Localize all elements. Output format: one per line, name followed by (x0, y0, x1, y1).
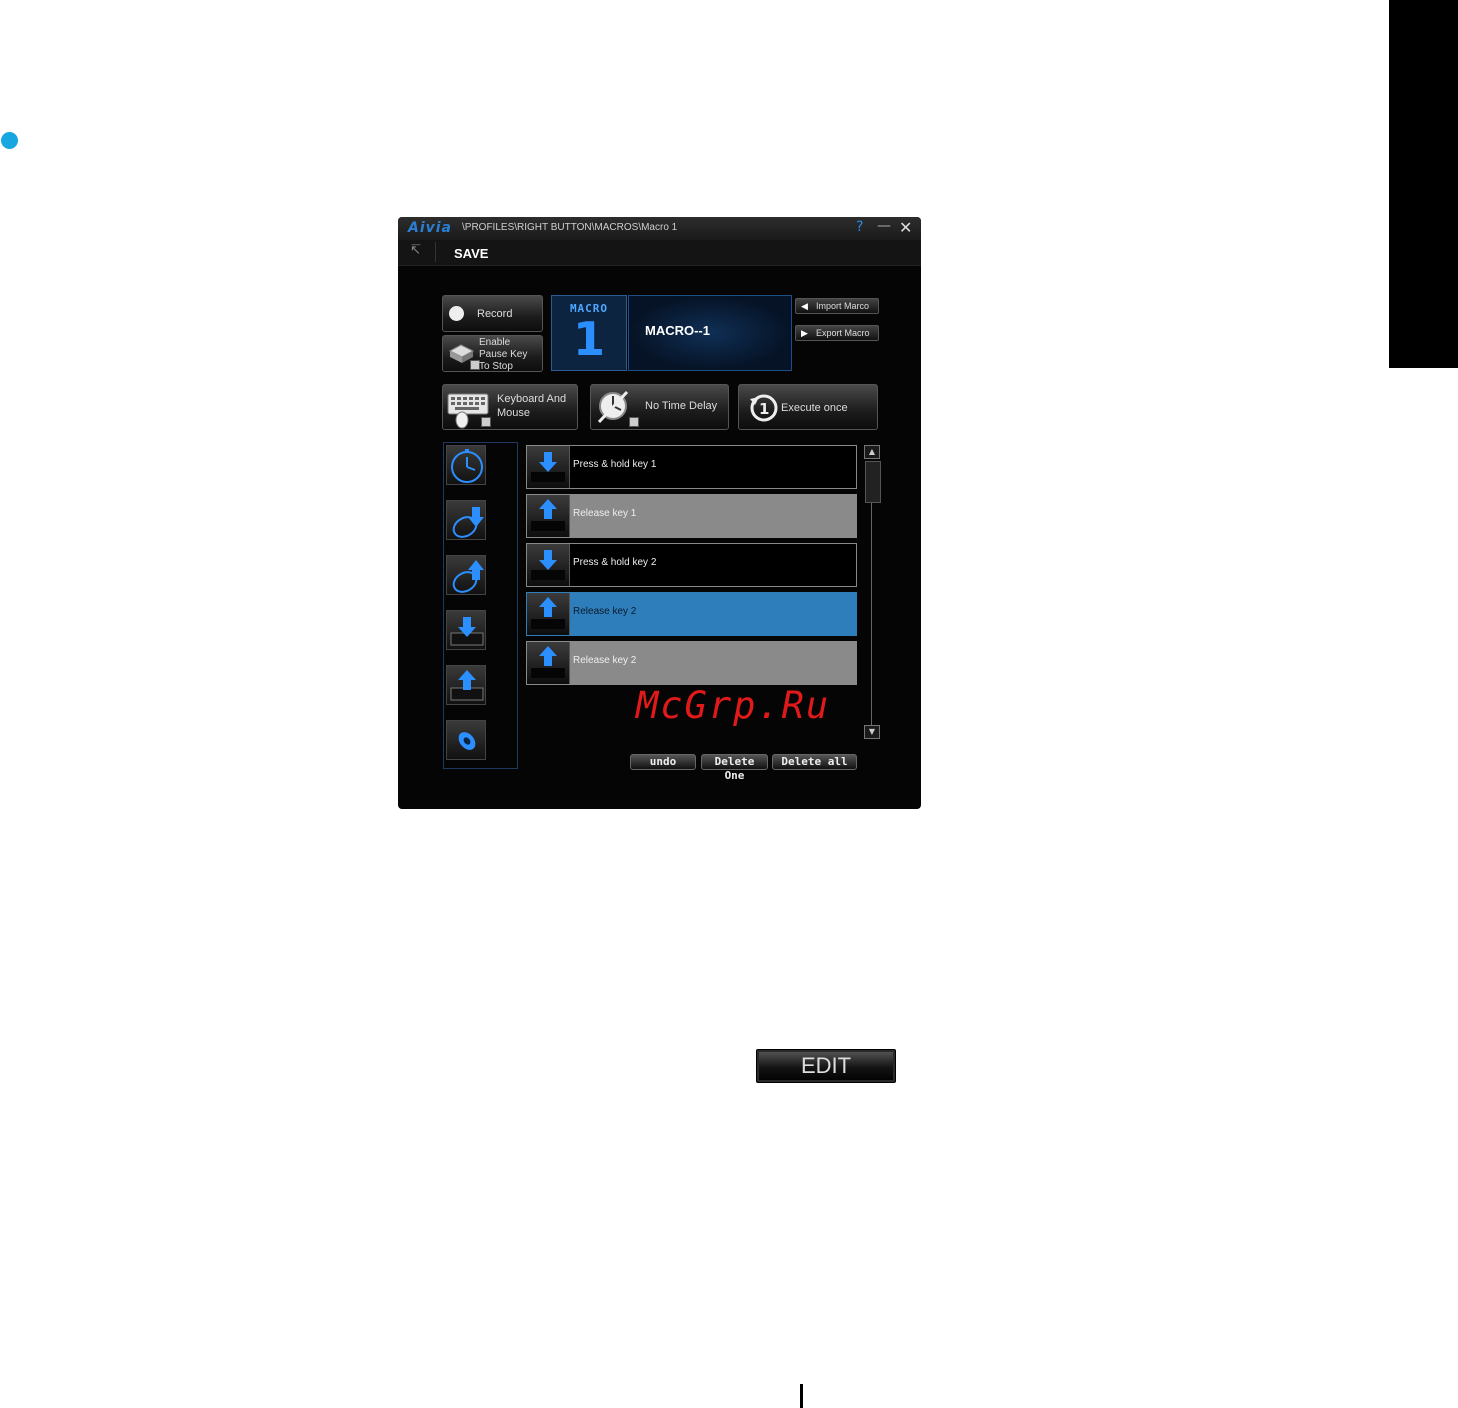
macro-step-label: Release key 1 (573, 508, 637, 519)
watermark: McGrp.Ru (636, 684, 831, 727)
page-marker (800, 1384, 803, 1408)
record-button[interactable]: Record (442, 295, 543, 332)
arrow-left-icon: ◀ (801, 301, 808, 311)
macro-step-row[interactable]: Release key 2 (526, 641, 857, 685)
bullet-point (1, 132, 18, 149)
export-macro-button[interactable]: ▶ Export Macro (795, 325, 879, 341)
import-macro-label: Import Marco (816, 301, 870, 311)
step-list-scrollbar[interactable]: ▲ ▼ (864, 445, 881, 741)
execute-once-button[interactable]: 1 Execute once (738, 384, 878, 430)
no-time-delay-label: No Time Delay (645, 400, 718, 412)
aivia-logo: Aivia (408, 220, 453, 236)
scroll-up-icon[interactable]: ▲ (864, 445, 880, 459)
keyboard-mouse-line1: Keyboard And (497, 393, 567, 405)
macro-step-row[interactable]: Press & hold key 1 (526, 445, 857, 489)
delete-one-button[interactable]: Delete One (701, 754, 768, 782)
mouse-button-down-icon[interactable] (446, 500, 486, 540)
close-icon[interactable]: ✕ (899, 218, 912, 237)
option-indicator-icon (629, 417, 639, 427)
option-indicator-icon (481, 417, 491, 427)
import-macro-button[interactable]: ◀ Import Marco (795, 298, 879, 314)
macro-number-tile: MACRO 1 (551, 295, 627, 371)
record-label: Record (477, 308, 513, 320)
macro-step-row-selected[interactable]: Release key 2 (526, 592, 857, 636)
macro-name-text: MACRO--1 (645, 323, 710, 338)
enable-pause-line3: To Stop (479, 361, 513, 372)
toolbar: ↸ SAVE (398, 240, 921, 266)
key-up-icon[interactable] (446, 665, 486, 705)
execute-once-label: Execute once (781, 402, 848, 414)
action-palette (443, 442, 518, 769)
window-path: \PROFILES\RIGHT BUTTON\MACROS\Macro 1 (462, 222, 678, 233)
no-time-delay-button[interactable]: No Time Delay (590, 384, 729, 430)
section-tab (1389, 0, 1458, 368)
save-button[interactable]: SAVE (454, 246, 488, 261)
key-down-icon[interactable] (446, 610, 486, 650)
keyboard-and-mouse-button[interactable]: Keyboard And Mouse (442, 384, 578, 430)
keyboard-mouse-line2: Mouse (497, 407, 531, 419)
enable-pause-line2: Pause Key (479, 349, 528, 360)
macro-step-label: Release key 2 (573, 655, 637, 666)
repeat-once-icon: 1 (750, 394, 778, 422)
scroll-track[interactable] (871, 503, 872, 725)
scroll-thumb[interactable] (865, 461, 881, 503)
macro-tile-number: 1 (572, 312, 605, 366)
undo-button[interactable]: undo (630, 754, 696, 770)
mouse-button-up-icon[interactable] (446, 555, 486, 595)
enable-pause-line1: Enable (479, 337, 511, 348)
minimize-icon[interactable]: — (877, 218, 891, 234)
back-icon[interactable]: ↸ (410, 243, 421, 258)
arrow-right-icon: ▶ (801, 328, 808, 338)
help-icon[interactable]: ? (856, 219, 863, 235)
edit-button[interactable]: EDIT (756, 1049, 896, 1083)
key-down-icon (527, 446, 570, 488)
title-bar: Aivia \PROFILES\RIGHT BUTTON\MACROS\Macr… (398, 217, 921, 240)
export-macro-label: Export Macro (816, 328, 870, 338)
svg-text:1: 1 (759, 400, 769, 418)
macro-step-row[interactable]: Release key 1 (526, 494, 857, 538)
delete-all-button[interactable]: Delete all (772, 754, 857, 770)
mouse-scroll-icon[interactable] (446, 720, 486, 760)
toolbar-divider (435, 242, 436, 262)
macro-name-field[interactable]: MACRO--1 (628, 295, 792, 371)
key-up-icon (527, 642, 570, 684)
macro-step-label: Press & hold key 2 (573, 557, 657, 568)
scroll-down-icon[interactable]: ▼ (864, 725, 880, 739)
macro-step-label: Press & hold key 1 (573, 459, 657, 470)
macro-step-label: Release key 2 (573, 606, 637, 617)
enable-pause-key-button[interactable]: Enable Pause Key To Stop (442, 335, 543, 372)
delay-timer-icon[interactable] (446, 445, 486, 485)
record-icon (449, 306, 464, 321)
key-down-icon (527, 544, 570, 586)
macro-step-row[interactable]: Press & hold key 2 (526, 543, 857, 587)
key-up-icon (527, 593, 570, 635)
key-up-icon (527, 495, 570, 537)
